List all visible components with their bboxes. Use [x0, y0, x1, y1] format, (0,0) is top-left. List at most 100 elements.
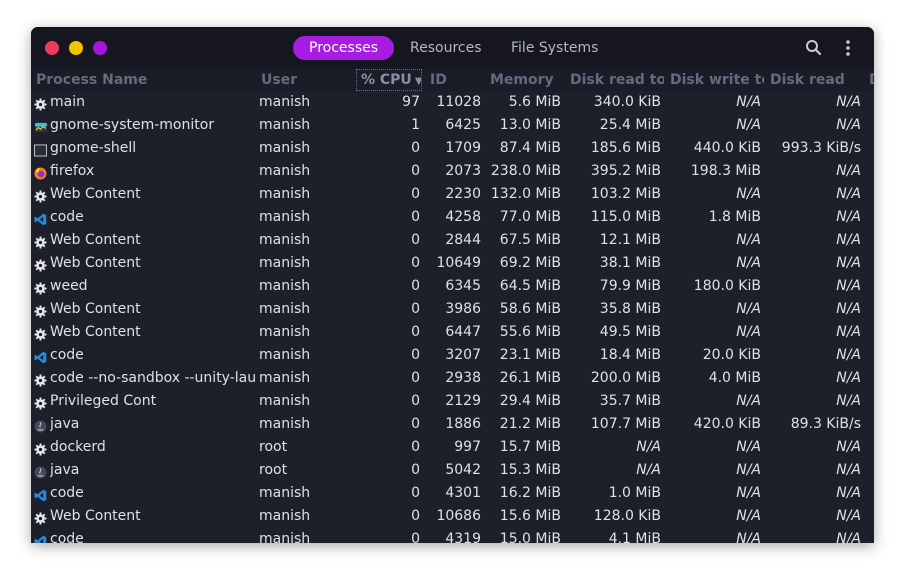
cell-disk-read: N/A	[836, 508, 861, 524]
tab-resources[interactable]: Resources	[394, 36, 498, 60]
firefox-icon	[34, 165, 47, 180]
cell-disk-read: N/A	[836, 531, 861, 543]
cell-disk-write-total: 180.0 KiB	[693, 278, 761, 294]
cell-disk-read-total: 18.4 MiB	[599, 347, 661, 363]
column-disk-read[interactable]: Disk read	[770, 69, 864, 91]
cell-name: Web Content	[50, 255, 141, 271]
cell-disk-read: N/A	[836, 209, 861, 225]
cell-disk-read: N/A	[836, 462, 861, 478]
cell-name: java	[50, 416, 80, 432]
cell-disk-read-total: 395.2 MiB	[590, 163, 661, 179]
cell-memory: 21.2 MiB	[499, 416, 561, 432]
cell-user: manish	[259, 508, 311, 524]
table-row[interactable]: code manish 0 3207 23.1 MiB 18.4 MiB 20.0 KiB N…	[31, 344, 874, 367]
tab-file-systems[interactable]: File Systems	[495, 36, 614, 60]
cell-user: manish	[259, 117, 311, 133]
column-disk-read-total[interactable]: Disk read tota	[570, 69, 664, 91]
cell-user: manish	[259, 232, 311, 248]
maximize-button[interactable]	[93, 41, 107, 55]
cell-cpu: 0	[411, 485, 420, 501]
cell-user: root	[259, 439, 288, 455]
cell-name: Web Content	[50, 186, 141, 202]
process-list[interactable]: main manish 97 11028 5.6 MiB 340.0 KiB N/A N/A g…	[31, 91, 874, 543]
table-row[interactable]: code manish 0 4258 77.0 MiB 115.0 MiB 1.8 MiB N…	[31, 206, 874, 229]
gear-icon	[34, 96, 47, 111]
cell-id: 4319	[445, 531, 481, 543]
search-button[interactable]	[804, 38, 824, 58]
cell-disk-write-total: 20.0 KiB	[702, 347, 761, 363]
table-row[interactable]: code --no-sandbox --unity-launc manish 0 29…	[31, 367, 874, 390]
cell-user: manish	[259, 186, 311, 202]
column-disk-write-total[interactable]: Disk write tot	[670, 69, 764, 91]
minimize-button[interactable]	[69, 41, 83, 55]
table-row[interactable]: java root 0 5042 15.3 MiB N/A N/A N/A	[31, 459, 874, 482]
column-id[interactable]: ID	[430, 69, 485, 91]
gear-icon	[34, 303, 47, 318]
table-row[interactable]: main manish 97 11028 5.6 MiB 340.0 KiB N/A N/A	[31, 91, 874, 114]
gear-icon	[34, 372, 47, 387]
cell-name: code	[50, 347, 84, 363]
table-row[interactable]: code manish 0 4301 16.2 MiB 1.0 MiB N/A N/A	[31, 482, 874, 505]
cell-user: manish	[259, 347, 311, 363]
table-row[interactable]: code manish 0 4319 15.0 MiB 4.1 MiB N/A N/A	[31, 528, 874, 543]
cell-user: manish	[259, 324, 311, 340]
cell-name: code	[50, 209, 84, 225]
cell-cpu: 0	[411, 416, 420, 432]
cell-disk-write-total: N/A	[736, 393, 761, 409]
table-row[interactable]: Privileged Cont manish 0 2129 29.4 MiB 35.7 M…	[31, 390, 874, 413]
vscode-icon	[34, 487, 47, 502]
column-process-name[interactable]: Process Name	[36, 69, 254, 91]
cell-name: Web Content	[50, 232, 141, 248]
table-row[interactable]: Web Content manish 0 10686 15.6 MiB 128.0 KiB…	[31, 505, 874, 528]
table-row[interactable]: weed manish 0 6345 64.5 MiB 79.9 MiB 180.0 KiB…	[31, 275, 874, 298]
cell-id: 1709	[445, 140, 481, 156]
vscode-icon	[34, 211, 47, 226]
table-row[interactable]: Web Content manish 0 3986 58.6 MiB 35.8 MiB N/…	[31, 298, 874, 321]
cell-disk-write-total: N/A	[736, 508, 761, 524]
table-row[interactable]: dockerd root 0 997 15.7 MiB N/A N/A N/A	[31, 436, 874, 459]
menu-button[interactable]	[838, 38, 858, 58]
cell-disk-read-total: 200.0 MiB	[590, 370, 661, 386]
cell-disk-write-total: 4.0 MiB	[708, 370, 761, 386]
close-button[interactable]	[45, 41, 59, 55]
cell-disk-write-total: N/A	[736, 117, 761, 133]
table-row[interactable]: Web Content manish 0 6447 55.6 MiB 49.5 MiB N/…	[31, 321, 874, 344]
cell-user: manish	[259, 209, 311, 225]
cell-memory: 15.6 MiB	[499, 508, 561, 524]
cell-disk-read: N/A	[836, 301, 861, 317]
header-bar: Processes Resources File Systems	[31, 27, 874, 69]
cell-id: 2844	[445, 232, 481, 248]
cell-cpu: 0	[411, 301, 420, 317]
cell-cpu: 0	[411, 255, 420, 271]
table-row[interactable]: java manish 0 1886 21.2 MiB 107.7 MiB 420.0 Ki…	[31, 413, 874, 436]
column-memory[interactable]: Memory	[490, 69, 565, 91]
cell-disk-read-total: 35.7 MiB	[599, 393, 661, 409]
cell-id: 2073	[445, 163, 481, 179]
cell-name: code	[50, 531, 84, 543]
table-row[interactable]: Web Content manish 0 2230 132.0 MiB 103.2 MiB…	[31, 183, 874, 206]
cell-memory: 16.2 MiB	[499, 485, 561, 501]
cell-memory: 67.5 MiB	[499, 232, 561, 248]
column-user[interactable]: User	[261, 69, 351, 91]
cell-disk-read: N/A	[836, 278, 861, 294]
table-row[interactable]: firefox manish 0 2073 238.0 MiB 395.2 MiB 198.…	[31, 160, 874, 183]
column-extra[interactable]: D	[869, 69, 874, 91]
cell-id: 10686	[436, 508, 481, 524]
cell-name: gnome-system-monitor	[50, 117, 215, 133]
gear-icon	[34, 510, 47, 525]
tab-processes[interactable]: Processes	[293, 36, 395, 60]
table-row[interactable]: gnome-system-monitor manish 1 6425 13.0 MiB 2…	[31, 114, 874, 137]
cell-name: dockerd	[50, 439, 106, 455]
gear-icon	[34, 326, 47, 341]
cell-disk-write-total: N/A	[736, 439, 761, 455]
table-row[interactable]: Web Content manish 0 2844 67.5 MiB 12.1 MiB N/…	[31, 229, 874, 252]
cell-memory: 87.4 MiB	[499, 140, 561, 156]
cell-cpu: 1	[411, 117, 420, 133]
cell-id: 3207	[445, 347, 481, 363]
cell-cpu: 0	[411, 324, 420, 340]
cell-memory: 15.7 MiB	[499, 439, 561, 455]
cell-disk-write-total: 420.0 KiB	[693, 416, 761, 432]
column-cpu[interactable]: % CPU ▼	[356, 69, 422, 91]
table-row[interactable]: gnome-shell manish 0 1709 87.4 MiB 185.6 MiB 4…	[31, 137, 874, 160]
table-row[interactable]: Web Content manish 0 10649 69.2 MiB 38.1 MiB N…	[31, 252, 874, 275]
